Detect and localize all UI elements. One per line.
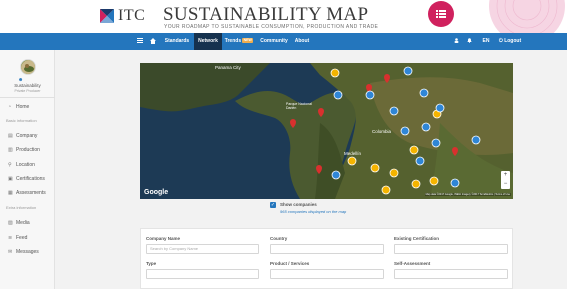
country-label: Country bbox=[270, 236, 288, 241]
map-attribution[interactable]: Map data ©2017 Google, INEGI Imagery ©20… bbox=[424, 193, 511, 196]
sidebar-item-assessments[interactable]: ▦ Assessments bbox=[8, 190, 46, 196]
nav-trends[interactable]: Trends NEW bbox=[224, 33, 254, 50]
sidebar-section-basic: Basic information bbox=[6, 118, 37, 123]
product-services-select[interactable] bbox=[270, 269, 384, 279]
sidebar-item-messages[interactable]: ✉ Messages bbox=[8, 249, 39, 255]
logout-label: Logout bbox=[504, 38, 522, 44]
sidebar-item-label: Messages bbox=[16, 249, 39, 255]
user-role: Private Producer bbox=[14, 89, 41, 93]
sidebar-item-label: Production bbox=[16, 147, 40, 153]
companies-count: 965 companies displayed on the map bbox=[280, 209, 347, 214]
sidebar-item-location[interactable]: ⚲ Location bbox=[8, 162, 35, 168]
list-icon bbox=[436, 10, 446, 18]
sidebar-item-label: Certifications bbox=[16, 176, 45, 182]
country-select[interactable] bbox=[270, 244, 384, 254]
google-logo[interactable]: Google bbox=[144, 189, 168, 196]
nav-trends-label: Trends bbox=[224, 38, 242, 44]
main-navbar: Standards Network Trends NEW Community Ab… bbox=[0, 33, 567, 50]
nav-bell-icon[interactable] bbox=[465, 33, 473, 50]
chat-icon: ✉ bbox=[8, 249, 13, 255]
sidebar-item-label: Location bbox=[16, 162, 35, 168]
nav-home-icon[interactable] bbox=[148, 33, 158, 50]
existing-certification-select[interactable] bbox=[394, 244, 508, 254]
map-markers-layer bbox=[290, 66, 481, 195]
sidebar-item-company[interactable]: ▤ Company bbox=[8, 133, 37, 139]
sidebar-divider bbox=[0, 97, 55, 98]
sidebar: ☻ Sustainability Private Producer ◔ Home … bbox=[0, 50, 55, 289]
factory-icon: ▥ bbox=[8, 147, 13, 153]
show-companies-label: Show companies bbox=[280, 202, 317, 207]
decorative-circles bbox=[489, 0, 565, 33]
feed-icon: ≋ bbox=[8, 235, 13, 241]
company-name-label: Company Name bbox=[146, 236, 181, 241]
avatar[interactable] bbox=[20, 59, 36, 75]
logo-text[interactable]: ITC bbox=[118, 7, 145, 25]
sidebar-item-label: Company bbox=[16, 133, 38, 139]
itc-logo-icon bbox=[100, 9, 114, 23]
self-assessment-select[interactable] bbox=[394, 269, 508, 279]
search-filters-panel: Company Name Search by Company Name Coun… bbox=[140, 228, 513, 289]
nav-logout[interactable]: ⏻ Logout bbox=[497, 33, 523, 50]
sidebar-item-feed[interactable]: ≋ Feed bbox=[8, 235, 27, 241]
sidebar-item-label: Assessments bbox=[16, 190, 46, 196]
sidebar-item-home[interactable]: ◔ Home bbox=[8, 104, 29, 110]
nav-menu-icon[interactable] bbox=[135, 33, 145, 50]
product-services-label: Product / Services bbox=[270, 261, 310, 266]
sidebar-item-label: Feed bbox=[16, 235, 28, 241]
sidebar-item-media[interactable]: ▨ Media bbox=[8, 220, 30, 226]
gauge-icon: ◔ bbox=[8, 104, 12, 110]
company-map[interactable]: Panama City Parque Nacional Darién Medel… bbox=[140, 63, 513, 199]
user-name: Sustainability bbox=[14, 83, 41, 88]
sidebar-item-label: Home bbox=[16, 104, 30, 110]
zoom-control[interactable]: + − bbox=[501, 171, 510, 189]
existing-certification-label: Existing Certification bbox=[394, 236, 440, 241]
site-title[interactable]: SUSTAINABILITY MAP bbox=[163, 4, 368, 26]
sidebar-item-certifications[interactable]: ▣ Certifications bbox=[8, 176, 45, 182]
site-tagline: YOUR ROADMAP TO SUSTAINABLE CONSUMPTION,… bbox=[164, 24, 379, 30]
certificate-icon: ▣ bbox=[8, 176, 13, 182]
header: ITC SUSTAINABILITY MAP YOUR ROADMAP TO S… bbox=[0, 0, 567, 33]
type-label: Type bbox=[146, 261, 157, 266]
sidebar-item-label: Media bbox=[16, 220, 30, 226]
type-select[interactable] bbox=[146, 269, 259, 279]
nav-network[interactable]: Network bbox=[194, 33, 222, 50]
image-icon: ▨ bbox=[8, 220, 13, 226]
zoom-out-button[interactable]: − bbox=[501, 180, 510, 189]
nav-language[interactable]: EN bbox=[480, 33, 492, 50]
marker-red bbox=[290, 74, 458, 174]
company-name-input[interactable]: Search by Company Name bbox=[146, 244, 259, 254]
self-assessment-label: Self-Assessment bbox=[394, 261, 431, 266]
zoom-in-button[interactable]: + bbox=[501, 171, 510, 180]
sidebar-section-extra: Extra information bbox=[6, 205, 37, 210]
sidebar-item-production[interactable]: ▥ Production bbox=[8, 147, 40, 153]
map-pin-icon: ⚲ bbox=[8, 162, 12, 168]
new-badge: NEW bbox=[242, 38, 254, 44]
nav-standards[interactable]: Standards bbox=[162, 33, 192, 50]
building-icon: ▤ bbox=[8, 133, 13, 139]
nav-user-icon[interactable] bbox=[452, 33, 460, 50]
clipboard-icon: ▦ bbox=[8, 190, 13, 196]
show-companies-checkbox[interactable]: ✓ bbox=[270, 202, 276, 208]
power-icon: ⏻ bbox=[498, 38, 503, 44]
nav-about[interactable]: About bbox=[292, 33, 312, 50]
menu-badge-button[interactable] bbox=[428, 1, 454, 27]
nav-community[interactable]: Community bbox=[258, 33, 290, 50]
